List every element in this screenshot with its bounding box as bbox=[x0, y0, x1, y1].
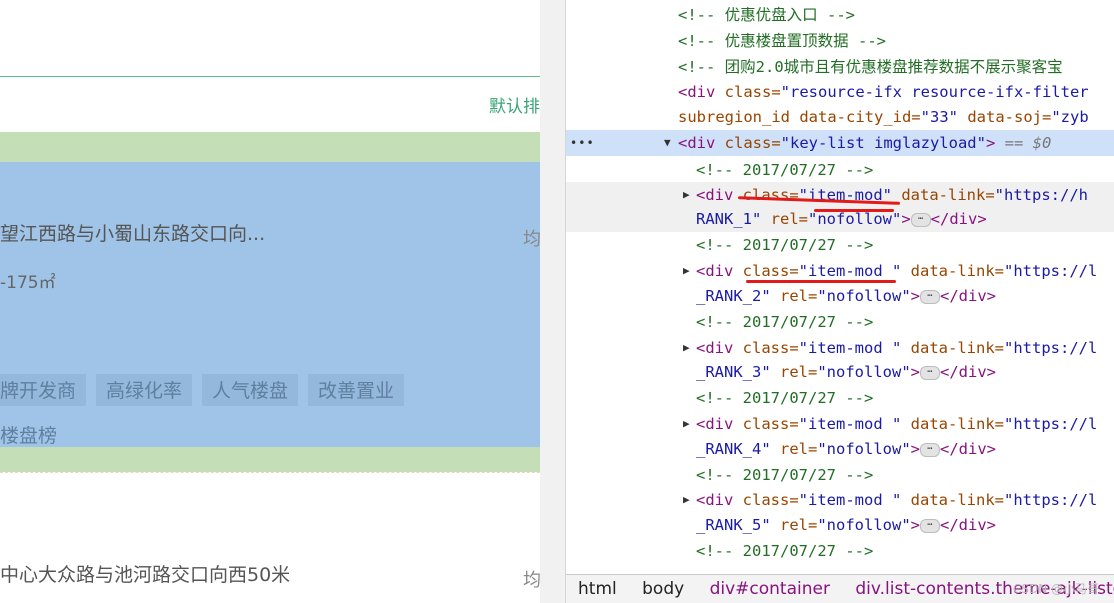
dom-node[interactable]: <!-- 2017/07/27 --> bbox=[566, 157, 1114, 183]
devtools-elements-panel: <!-- 优惠优盘入口 --> <!-- 优惠楼盘置顶数据 --> <!-- 团… bbox=[565, 0, 1114, 603]
element-code: <div class="item-mod " data-link="https:… bbox=[696, 491, 1098, 509]
dom-node[interactable]: <!-- 2017/07/27 --> bbox=[566, 232, 1114, 258]
dom-node[interactable]: <div class="resource-ifx resource-ifx-fi… bbox=[566, 79, 1114, 105]
dom-node[interactable]: <!-- 优惠楼盘置顶数据 --> bbox=[566, 28, 1114, 54]
expand-triangle-right-icon[interactable]: ▶ bbox=[683, 411, 690, 437]
expand-triangle-right-icon[interactable]: ▶ bbox=[683, 335, 690, 361]
breadcrumb: html body div#container div.list-content… bbox=[566, 574, 1114, 603]
listing-tag: 牌开发商 bbox=[0, 374, 87, 406]
collapsed-content-icon[interactable]: ⋯ bbox=[920, 289, 940, 304]
collapsed-content-icon[interactable]: ⋯ bbox=[920, 442, 940, 457]
collapsed-content-icon[interactable]: ⋯ bbox=[910, 212, 931, 227]
dom-node-hovered[interactable]: ▶ <div class="item-mod" data-link="https… bbox=[566, 182, 1114, 208]
breadcrumb-item-container[interactable]: div#container bbox=[710, 579, 830, 599]
dom-node[interactable]: <!-- 2017/07/27 --> bbox=[566, 538, 1114, 564]
listing-tag: 高绿化率 bbox=[96, 374, 193, 406]
preview-scrollbar[interactable] bbox=[540, 0, 565, 603]
dom-node[interactable]: ▶ <div class="item-mod " data-link="http… bbox=[566, 411, 1114, 437]
element-code: _RANK_5" rel="nofollow"> ⋯ </div> bbox=[696, 516, 996, 534]
filter-divider bbox=[0, 76, 540, 77]
breadcrumb-item-html[interactable]: html bbox=[578, 579, 617, 599]
element-code: _RANK_4" rel="nofollow"> ⋯ </div> bbox=[696, 440, 996, 458]
comment-node: <!-- 2017/07/27 --> bbox=[696, 542, 874, 560]
element-code: <div class="resource-ifx resource-ifx-fi… bbox=[678, 83, 1089, 101]
listing-address[interactable]: 望江西路与小蜀山东路交口向... bbox=[0, 219, 265, 246]
comment-node: <!-- 2017/07/27 --> bbox=[696, 466, 874, 484]
element-code: subregion_id data-city_id="33" data-soj=… bbox=[678, 108, 1089, 126]
dom-node[interactable]: _RANK_3" rel="nofollow"> ⋯ </div> bbox=[566, 359, 1114, 385]
page-preview-pane: 默认排 望江西路与小蜀山东路交口向... -175㎡ 均 牌开发商 高绿化率 人… bbox=[0, 0, 565, 603]
listing-tag: 人气楼盘 bbox=[202, 374, 299, 406]
comment-node: <!-- 2017/07/27 --> bbox=[696, 389, 874, 407]
dom-node[interactable]: _RANK_2" rel="nofollow"> ⋯ </div> bbox=[566, 283, 1114, 309]
comment-node: <!-- 2017/07/27 --> bbox=[696, 161, 874, 179]
dom-node[interactable]: subregion_id data-city_id="33" data-soj=… bbox=[566, 104, 1114, 130]
dom-node[interactable]: <!-- 优惠优盘入口 --> bbox=[566, 2, 1114, 28]
red-underline-annotation bbox=[814, 209, 894, 212]
element-code: <div class="item-mod " data-link="https:… bbox=[696, 415, 1098, 433]
collapsed-content-icon[interactable]: ⋯ bbox=[920, 518, 940, 533]
expand-triangle-down-icon[interactable]: ▼ bbox=[664, 130, 671, 156]
expand-triangle-right-icon[interactable]: ▶ bbox=[683, 487, 690, 513]
element-code: <div class="key-list imglazyload"> == $0 bbox=[678, 134, 1052, 152]
comment-node: <!-- 2017/07/27 --> bbox=[696, 313, 874, 331]
dom-node-selected[interactable]: ••• ▼ <div class="key-list imglazyload">… bbox=[566, 130, 1114, 156]
watermark: CSDN @小马哥 bbox=[1012, 582, 1099, 596]
highlight-margin-bottom bbox=[0, 447, 565, 472]
dom-node[interactable]: ▶ <div class="item-mod " data-link="http… bbox=[566, 487, 1114, 513]
dom-node[interactable]: <!-- 2017/07/27 --> bbox=[566, 309, 1114, 335]
dom-node[interactable]: _RANK_5" rel="nofollow"> ⋯ </div> bbox=[566, 512, 1114, 538]
comment-node: <!-- 优惠楼盘置顶数据 --> bbox=[678, 32, 886, 50]
dom-node[interactable]: <!-- 2017/07/27 --> bbox=[566, 385, 1114, 411]
comment-node: <!-- 2017/07/27 --> bbox=[696, 236, 874, 254]
listing-area: -175㎡ bbox=[0, 273, 56, 293]
collapsed-content-icon[interactable]: ⋯ bbox=[920, 365, 940, 380]
highlight-margin-top bbox=[0, 132, 565, 162]
comment-node: <!-- 优惠优盘入口 --> bbox=[678, 6, 855, 24]
element-code: _RANK_3" rel="nofollow"> ⋯ </div> bbox=[696, 363, 996, 381]
expand-triangle-right-icon[interactable]: ▶ bbox=[683, 258, 690, 284]
breadcrumb-item-body[interactable]: body bbox=[642, 579, 684, 599]
dom-node[interactable]: _RANK_4" rel="nofollow"> ⋯ </div> bbox=[566, 436, 1114, 462]
dom-node[interactable]: <!-- 2017/07/27 --> bbox=[566, 462, 1114, 488]
red-underline-annotation bbox=[746, 280, 896, 283]
dom-node[interactable]: ▶ <div class="item-mod " data-link="http… bbox=[566, 335, 1114, 361]
listing-rank[interactable]: 楼盘榜 bbox=[0, 421, 57, 448]
expand-triangle-right-icon[interactable]: ▶ bbox=[683, 182, 690, 208]
dom-node[interactable]: <!-- 团购2.0城市且有优惠楼盘推荐数据不展示聚客宝 bbox=[566, 54, 1114, 80]
listing-price-label: 均 bbox=[523, 229, 541, 250]
listing-address[interactable]: 中心大众路与池河路交口向西50米 bbox=[0, 560, 290, 587]
element-code: _RANK_2" rel="nofollow"> ⋯ </div> bbox=[696, 287, 996, 305]
more-options-icon[interactable]: ••• bbox=[570, 130, 595, 156]
element-code: <div class="item-mod " data-link="https:… bbox=[696, 339, 1098, 357]
sort-default-link[interactable]: 默认排 bbox=[489, 92, 540, 117]
listing-tag: 改善置业 bbox=[308, 374, 405, 406]
item-separator bbox=[0, 472, 565, 473]
listing-price-label: 均 bbox=[523, 570, 541, 591]
listing-tags: 牌开发商 高绿化率 人气楼盘 改善置业 bbox=[0, 374, 405, 406]
comment-node: <!-- 团购2.0城市且有优惠楼盘推荐数据不展示聚客宝 bbox=[678, 58, 1063, 76]
